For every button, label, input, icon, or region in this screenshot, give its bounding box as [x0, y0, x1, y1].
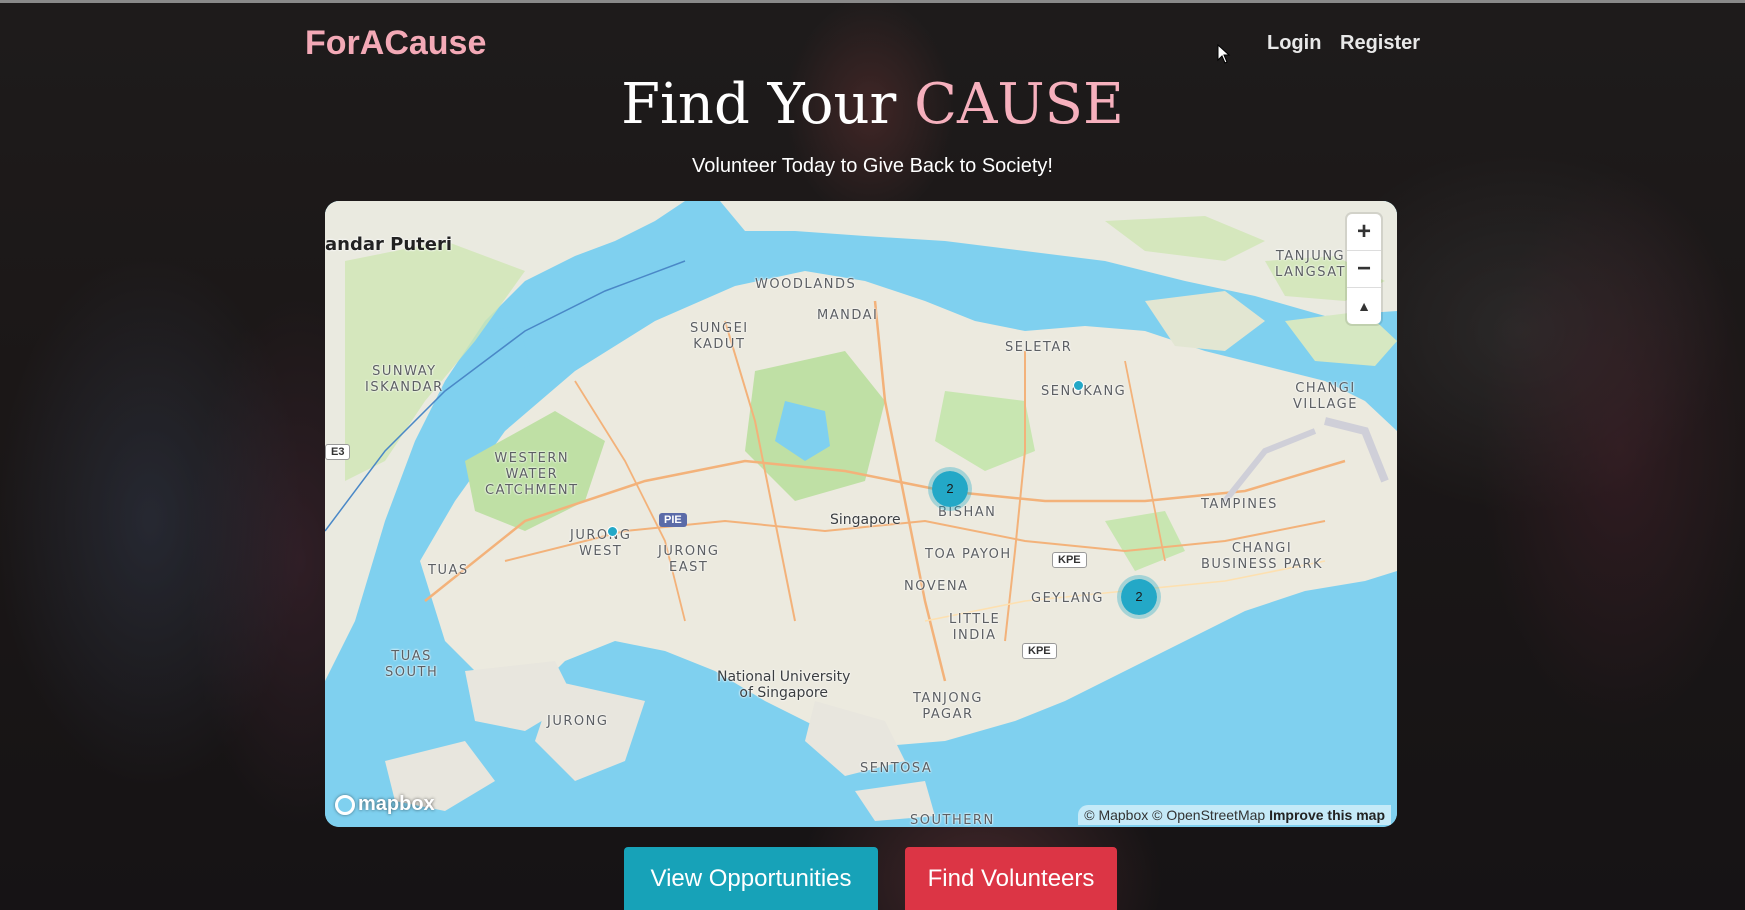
road-shield-pie: PIE — [659, 513, 687, 527]
zoom-in-button[interactable]: + — [1347, 214, 1381, 251]
map-label-woodlands: WOODLANDS — [755, 277, 857, 292]
nav-login-link[interactable]: Login — [1267, 32, 1321, 55]
hero-title: Find Your CAUSE — [0, 72, 1745, 137]
map-label-tanjung-langsat: TANJUNG LANGSAT — [1275, 249, 1347, 280]
zoom-out-button[interactable]: − — [1347, 251, 1381, 288]
map-label-sunway-iskandar: SUNWAY ISKANDAR — [365, 364, 444, 395]
hero-title-accent: CAUSE — [914, 72, 1124, 137]
view-opportunities-button[interactable]: View Opportunities — [624, 847, 878, 910]
map-cluster-marker[interactable]: 2 — [928, 467, 972, 511]
map-label-jurong-west: JURONG WEST — [570, 528, 632, 559]
map-cluster-marker[interactable]: 2 — [1117, 575, 1161, 619]
map-container[interactable]: andar Puteri WOODLANDS MANDAI SUNGEI KAD… — [325, 201, 1397, 827]
map-label-bandar-puteri: andar Puteri — [325, 234, 453, 255]
map-label-jurong-east: JURONG EAST — [658, 544, 720, 575]
road-shield-kpe: KPE — [1022, 643, 1057, 659]
map-label-novena: NOVENA — [904, 579, 969, 594]
hero-title-prefix: Find Your — [621, 72, 897, 137]
compass-reset-button[interactable]: ▲ — [1347, 288, 1381, 324]
map-label-changi-village: CHANGI VILLAGE — [1293, 381, 1358, 412]
attribution-text[interactable]: © Mapbox © OpenStreetMap — [1084, 807, 1265, 823]
map-label-geylang: GEYLANG — [1031, 591, 1104, 606]
map-label-southern: SOUTHERN — [910, 813, 995, 827]
map-label-sungei-kadut: SUNGEI KADUT — [690, 321, 749, 352]
map-label-tuas: TUAS — [428, 563, 469, 578]
map-label-sentosa: SENTOSA — [860, 761, 933, 776]
map-label-seletar: SELETAR — [1005, 340, 1073, 355]
nav-register-link[interactable]: Register — [1340, 32, 1420, 55]
improve-map-link[interactable]: Improve this map — [1269, 807, 1385, 823]
mapbox-logo[interactable]: mapbox — [335, 793, 435, 816]
brand-logo[interactable]: ForACause — [305, 24, 486, 63]
mapbox-logo-icon — [335, 794, 355, 815]
find-volunteers-button[interactable]: Find Volunteers — [905, 847, 1117, 910]
map-label-western-water-catchment: WESTERN WATER CATCHMENT — [485, 451, 579, 498]
map-navigation-control: + − ▲ — [1347, 214, 1381, 324]
map-attribution: © Mapbox © OpenStreetMap Improve this ma… — [1078, 805, 1391, 825]
map-label-jurong: JURONG — [547, 714, 609, 729]
mapbox-logo-text: mapbox — [358, 793, 435, 815]
map-label-tampines: TAMPINES — [1201, 497, 1278, 512]
map-label-singapore: Singapore — [830, 512, 901, 528]
map-point-marker[interactable] — [1073, 380, 1084, 391]
map-label-tanjong-pagar: TANJONG PAGAR — [913, 691, 983, 722]
map-label-toa-payoh: TOA PAYOH — [925, 547, 1012, 562]
map-label-changi-business-park: CHANGI BUSINESS PARK — [1201, 541, 1324, 572]
road-shield-e3: E3 — [325, 444, 351, 460]
road-shield-kpe: KPE — [1052, 552, 1087, 568]
map-label-nus: National University of Singapore — [717, 669, 851, 701]
map-label-little-india: LITTLE INDIA — [949, 612, 1001, 643]
map-label-tuas-south: TUAS SOUTH — [385, 649, 439, 680]
map-point-marker[interactable] — [607, 526, 618, 537]
map-label-mandai: MANDAI — [817, 308, 879, 323]
hero-subtitle: Volunteer Today to Give Back to Society! — [692, 155, 1053, 177]
top-border — [0, 0, 1745, 3]
